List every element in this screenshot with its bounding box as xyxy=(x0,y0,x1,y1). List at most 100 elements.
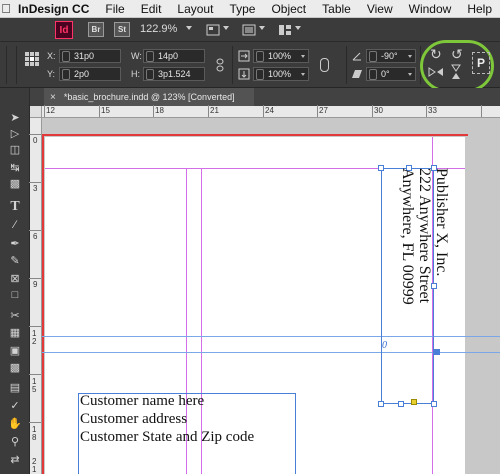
h-ruler-label: 24 xyxy=(265,106,274,115)
gradient-swatch-tool-icon[interactable]: ▣ xyxy=(7,343,23,357)
menu-edit[interactable]: Edit xyxy=(133,2,170,16)
flip-horizontal-icon[interactable] xyxy=(428,66,444,78)
zoom-level[interactable]: 122.9% xyxy=(140,23,177,35)
h-label: H: xyxy=(131,69,140,79)
eyedropper-tool-icon[interactable]: ✓ xyxy=(7,398,23,412)
scale-y-value: 100% xyxy=(268,69,292,79)
v-ruler-label: 1 2 xyxy=(32,329,37,346)
content-collector-icon[interactable]: ▩ xyxy=(7,176,23,190)
shear-angle-field[interactable]: 0° xyxy=(366,67,416,81)
width-field[interactable]: 14p0 xyxy=(143,49,205,63)
indesign-logo: Id xyxy=(55,21,73,39)
note-tool-icon[interactable]: ▤ xyxy=(7,380,23,394)
close-tab-icon[interactable]: × xyxy=(50,92,56,103)
customer-line: Customer address xyxy=(80,411,188,427)
v-ruler-label: 6 xyxy=(33,232,38,241)
pen-tool-icon[interactable]: ✒ xyxy=(7,236,23,250)
default-fill-stroke-icon[interactable]: ⇄ xyxy=(7,452,23,466)
bleed-guide-left xyxy=(42,134,44,474)
rotation-angle-field[interactable]: -90° xyxy=(366,49,416,63)
apple-menu-icon[interactable]:  xyxy=(0,1,12,16)
stock-button[interactable]: St xyxy=(114,22,130,37)
shear-angle-icon xyxy=(352,70,362,78)
v-ruler-label: 0 xyxy=(33,136,38,145)
menu-type[interactable]: Type xyxy=(221,2,263,16)
customer-line: Customer State and Zip code xyxy=(80,429,255,445)
menu-window[interactable]: Window xyxy=(401,2,460,16)
type-tool-icon[interactable]: T xyxy=(7,199,23,214)
direct-selection-tool-icon[interactable]: ▷ xyxy=(7,126,23,140)
menu-layout[interactable]: Layout xyxy=(169,2,221,16)
scale-x-field[interactable]: 100% xyxy=(253,49,309,63)
panel-divider xyxy=(346,46,347,84)
shear-angle-value: 0° xyxy=(381,69,390,79)
y-label: Y: xyxy=(47,69,56,79)
free-transform-tool-icon[interactable]: ▦ xyxy=(7,325,23,339)
document-tab[interactable]: × *basic_brochure.indd @ 123% [Converted… xyxy=(44,88,254,106)
menu-view[interactable]: View xyxy=(359,2,401,16)
menu-file[interactable]: File xyxy=(97,2,132,16)
x-position-field[interactable]: 31p0 xyxy=(59,49,121,63)
screen-mode-dropdown-icon[interactable] xyxy=(259,26,265,30)
w-label: W: xyxy=(131,51,142,61)
rotate-counterclockwise-icon[interactable]: ↺ xyxy=(451,46,463,63)
vertical-ruler[interactable]: 0 3 6 9 1 2 1 5 1 8 2 1 xyxy=(29,118,42,474)
customer-line: Customer name here xyxy=(80,393,205,409)
view-options-icon[interactable] xyxy=(206,24,220,36)
h-ruler-label: 18 xyxy=(155,106,164,115)
view-options-dropdown-icon[interactable] xyxy=(223,26,229,30)
menu-table[interactable]: Table xyxy=(314,2,359,16)
v-ruler-label: 1 5 xyxy=(32,377,37,394)
page-tool-icon[interactable]: ◫ xyxy=(7,142,23,156)
height-field[interactable]: 3p1.524 xyxy=(143,67,205,81)
menu-bar:  InDesign CC File Edit Layout Type Obje… xyxy=(0,0,500,18)
h-ruler-label: 15 xyxy=(101,106,110,115)
gradient-feather-tool-icon[interactable]: ▩ xyxy=(7,360,23,374)
height-value: 3p1.524 xyxy=(158,69,191,79)
width-value: 14p0 xyxy=(158,51,179,61)
v-ruler-label: 2 1 xyxy=(32,457,37,474)
menu-help[interactable]: Help xyxy=(459,2,500,16)
app-menu[interactable]: InDesign CC xyxy=(12,2,97,16)
bleed-guide-top xyxy=(42,134,468,136)
x-label: X: xyxy=(47,51,56,61)
publisher-address-text[interactable]: Publisher X, Inc. 222 Anywhere Street An… xyxy=(378,168,450,404)
h-ruler-label: 33 xyxy=(428,106,437,115)
v-ruler-label: 9 xyxy=(33,280,38,289)
publisher-line: Anywhere, FL 00999 xyxy=(399,168,416,305)
scissors-tool-icon[interactable]: ✂ xyxy=(7,308,23,322)
reference-point-icon[interactable] xyxy=(25,52,39,66)
line-tool-icon[interactable]: ∕ xyxy=(7,218,23,232)
selection-tool-icon[interactable]: ➤ xyxy=(7,110,23,124)
constrain-proportions-icon[interactable] xyxy=(214,58,226,72)
publisher-line: Publisher X, Inc. xyxy=(433,168,450,277)
arrange-documents-dropdown-icon[interactable] xyxy=(295,26,301,30)
panel-grip xyxy=(6,46,7,84)
zoom-tool-icon[interactable]: ⚲ xyxy=(7,434,23,448)
gap-tool-icon[interactable]: ↹ xyxy=(7,160,23,174)
customer-address-text[interactable]: Customer name here Customer address Cust… xyxy=(80,392,254,446)
flip-vertical-icon[interactable] xyxy=(450,64,462,80)
scale-y-field[interactable]: 100% xyxy=(253,67,309,81)
horizontal-ruler[interactable]: 12 15 18 21 24 27 30 33 xyxy=(42,105,500,118)
pencil-tool-icon[interactable]: ✎ xyxy=(7,253,23,267)
rectangle-frame-tool-icon[interactable]: ⊠ xyxy=(7,271,23,285)
rectangle-tool-icon[interactable]: □ xyxy=(7,288,23,302)
x-position-value: 31p0 xyxy=(74,51,95,61)
rotation-angle-value: -90° xyxy=(381,51,398,61)
y-position-field[interactable]: 2p0 xyxy=(59,67,121,81)
scale-x-value: 100% xyxy=(268,51,292,61)
rotate-clockwise-icon[interactable]: ↻ xyxy=(430,46,442,63)
ruler-origin[interactable] xyxy=(30,106,42,118)
constrain-scale-icon[interactable] xyxy=(320,58,329,72)
h-ruler-label: 12 xyxy=(46,106,55,115)
zoom-dropdown-icon[interactable] xyxy=(186,26,192,30)
screen-mode-icon[interactable] xyxy=(242,24,256,36)
v-ruler-label: 1 8 xyxy=(32,425,37,442)
hand-tool-icon[interactable]: ✋ xyxy=(7,416,23,430)
menu-object[interactable]: Object xyxy=(263,2,314,16)
bridge-button[interactable]: Br xyxy=(88,22,104,37)
rotation-angle-icon xyxy=(352,52,361,61)
arrange-documents-icon[interactable] xyxy=(278,24,292,36)
panel-divider xyxy=(16,46,17,84)
